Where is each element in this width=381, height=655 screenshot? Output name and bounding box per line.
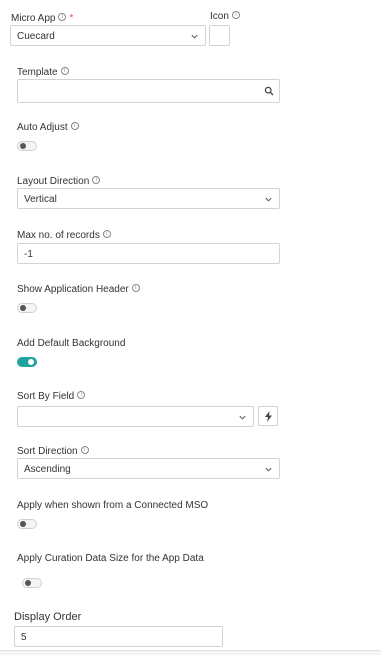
chevron-down-icon <box>265 197 272 202</box>
auto-adjust-label-text: Auto Adjust <box>17 122 68 133</box>
max-records-input[interactable]: -1 <box>17 243 280 264</box>
add-default-background-label: Add Default Background <box>17 338 125 350</box>
required-asterisk: * <box>69 13 74 24</box>
max-records-label: Max no. of records i <box>17 230 111 242</box>
layout-direction-label-text: Layout Direction <box>17 176 90 187</box>
search-icon[interactable] <box>264 86 274 96</box>
show-app-header-toggle[interactable] <box>17 303 37 313</box>
sort-direction-label: Sort Direction i <box>17 446 89 458</box>
toggle-knob <box>20 305 26 311</box>
icon-picker[interactable] <box>209 25 230 46</box>
apply-curation-size-label: Apply Curation Data Size for the App Dat… <box>17 553 204 565</box>
micro-app-value: Cuecard <box>17 31 55 42</box>
sort-direction-value: Ascending <box>24 464 71 475</box>
max-records-label-text: Max no. of records <box>17 230 100 241</box>
chevron-down-icon <box>265 467 272 472</box>
layout-direction-label: Layout Direction i <box>17 176 101 188</box>
chevron-down-icon <box>239 415 246 420</box>
display-order-value: 5 <box>21 632 27 643</box>
bottom-scroll-area <box>0 651 381 655</box>
apply-connected-mso-toggle[interactable] <box>17 519 37 529</box>
display-order-label: Display Order <box>14 611 81 623</box>
icon-label-text: Icon <box>210 11 229 22</box>
apply-connected-mso-label: Apply when shown from a Connected MSO <box>17 500 208 512</box>
info-icon: i <box>102 230 111 238</box>
display-order-input[interactable]: 5 <box>14 626 223 647</box>
info-icon: i <box>77 391 86 399</box>
template-input[interactable] <box>17 79 280 103</box>
info-icon: i <box>70 122 79 130</box>
sort-direction-select[interactable]: Ascending <box>17 458 280 479</box>
auto-adjust-label: Auto Adjust i <box>17 122 79 134</box>
show-app-header-label: Show Application Header i <box>17 284 140 296</box>
info-icon: i <box>231 11 240 19</box>
template-label: Template i <box>17 67 69 79</box>
add-default-background-toggle[interactable] <box>17 357 37 367</box>
icon-label: Icon i <box>210 11 240 23</box>
info-icon: i <box>80 446 89 454</box>
micro-app-label: Micro App i * <box>11 13 73 25</box>
apply-curation-size-toggle[interactable] <box>22 578 42 588</box>
apply-curation-size-label-text: Apply Curation Data Size for the App Dat… <box>17 553 204 564</box>
toggle-knob <box>28 359 34 365</box>
micro-app-label-text: Micro App <box>11 13 56 24</box>
add-default-background-label-text: Add Default Background <box>17 338 126 349</box>
sort-by-field-label: Sort By Field i <box>17 391 86 403</box>
chevron-down-icon <box>191 34 198 39</box>
info-icon: i <box>60 67 69 75</box>
layout-direction-select[interactable]: Vertical <box>17 188 280 209</box>
template-label-text: Template <box>17 67 58 78</box>
max-records-value: -1 <box>24 249 33 260</box>
lightning-icon <box>265 411 272 422</box>
layout-direction-value: Vertical <box>24 194 57 205</box>
show-app-header-label-text: Show Application Header <box>17 284 129 295</box>
toggle-knob <box>25 580 31 586</box>
info-icon: i <box>92 176 101 184</box>
dynamic-value-button[interactable] <box>258 406 278 426</box>
sort-by-field-label-text: Sort By Field <box>17 391 75 402</box>
auto-adjust-toggle[interactable] <box>17 141 37 151</box>
toggle-knob <box>20 521 26 527</box>
toggle-knob <box>20 143 26 149</box>
micro-app-select[interactable]: Cuecard <box>10 25 206 46</box>
sort-by-field-select[interactable] <box>17 406 254 427</box>
apply-connected-mso-label-text: Apply when shown from a Connected MSO <box>17 500 209 511</box>
display-order-label-text: Display Order <box>14 611 82 623</box>
info-icon: i <box>58 13 67 21</box>
info-icon: i <box>131 284 140 292</box>
sort-direction-label-text: Sort Direction <box>17 446 78 457</box>
